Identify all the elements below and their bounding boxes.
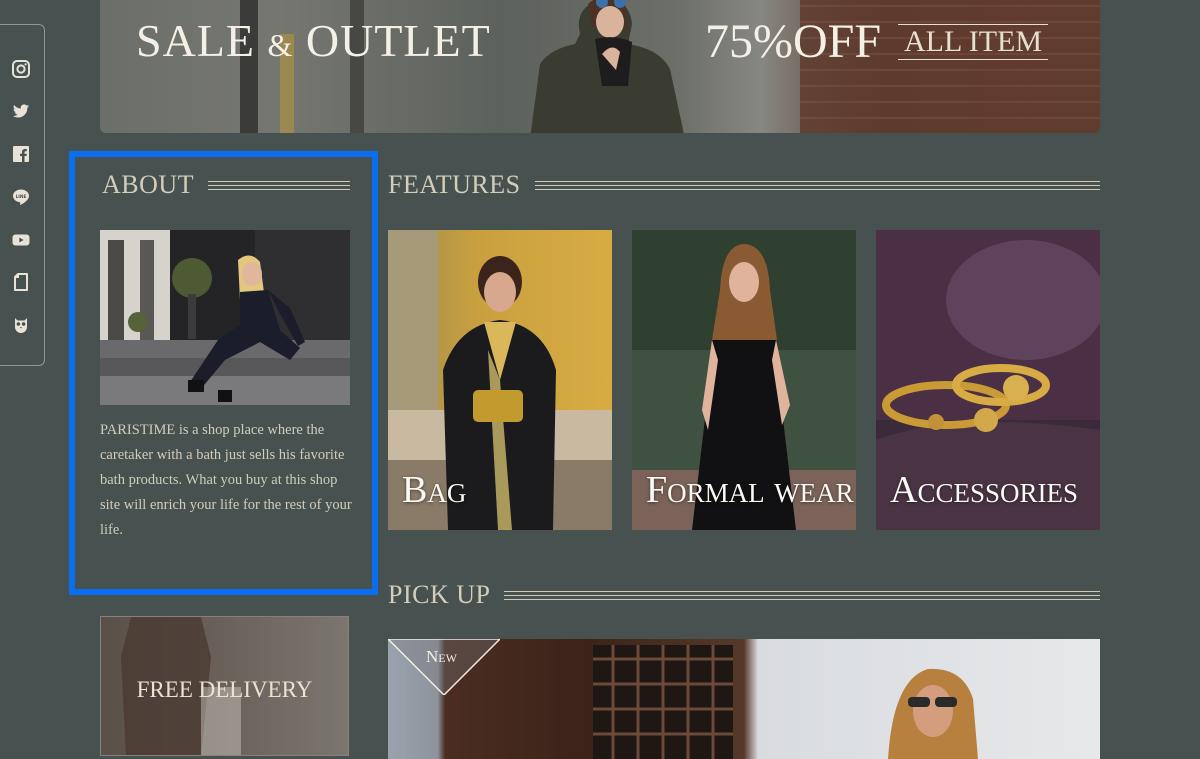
svg-text:LINE: LINE — [16, 194, 27, 200]
about-description: PARISTIME is a shop place where the care… — [100, 422, 352, 538]
facebook-icon[interactable] — [10, 143, 32, 165]
features-heading-row: FEATURES — [388, 170, 1101, 200]
features-heading-rule — [534, 180, 1101, 190]
pickup-heading-rule — [504, 590, 1100, 600]
owl-icon[interactable] — [10, 314, 32, 336]
banner-model-image — [530, 0, 684, 133]
banner-sale-outlet-text: SALE & OUTLET — [136, 14, 491, 67]
youtube-icon[interactable] — [10, 229, 32, 251]
sale-banner[interactable]: SALE & OUTLET 75%OFF ALL ITEM — [100, 0, 1100, 133]
feature-card-bag-label: Bag — [402, 469, 467, 511]
pickup-heading: PICK UP — [388, 580, 491, 609]
twitter-icon[interactable] — [10, 100, 32, 122]
about-image — [100, 230, 350, 405]
feature-card-formal-wear[interactable]: Formal wear — [632, 230, 856, 530]
line-icon[interactable]: LINE — [10, 186, 32, 208]
banner-ampersand: & — [267, 27, 294, 63]
free-delivery-text: FREE DELIVERY — [136, 677, 313, 702]
banner-all-item-text: ALL ITEM — [898, 24, 1049, 60]
banner-sale-word: SALE — [136, 15, 255, 66]
features-heading: FEATURES — [388, 170, 521, 199]
pickup-image[interactable]: New — [388, 639, 1100, 759]
feature-card-formal-wear-label: Formal wear — [646, 469, 854, 511]
blog-icon[interactable] — [10, 271, 32, 293]
banner-discount-text: 75%OFF — [705, 15, 882, 68]
pickup-heading-row: PICK UP — [388, 580, 1100, 610]
free-delivery-banner[interactable]: FREE DELIVERY — [100, 616, 349, 756]
banner-outlet-word: OUTLET — [305, 15, 491, 66]
instagram-icon[interactable] — [10, 58, 32, 80]
feature-card-accessories[interactable]: Accessories — [876, 230, 1100, 530]
feature-card-accessories-label: Accessories — [890, 469, 1078, 511]
feature-card-bag[interactable]: Bag — [388, 230, 612, 530]
new-badge-text: New — [426, 647, 457, 666]
social-sidebar: LINE — [0, 24, 45, 366]
